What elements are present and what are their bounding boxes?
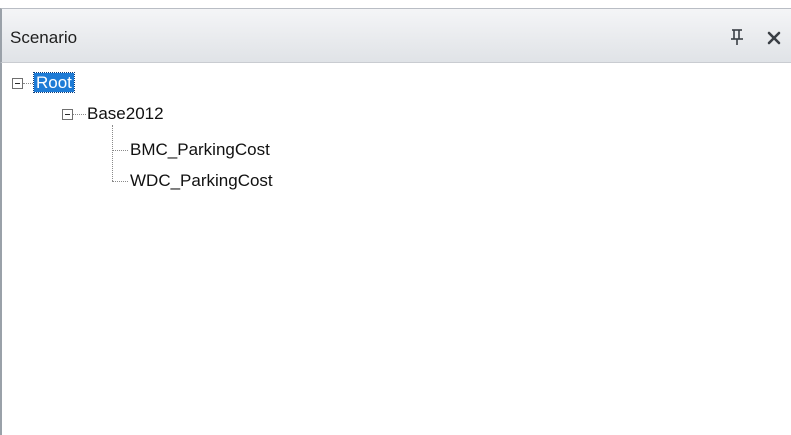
base2012-connector [73,114,86,115]
tree-node-label: WDC_ParkingCost [130,171,273,190]
root-connector [23,83,33,84]
child-connector [112,181,128,182]
close-icon-graphic [767,31,781,45]
tree-node-label: Base2012 [87,104,164,123]
tree-view[interactable]: Root Base2012 BMC_ParkingCost WDC_Parkin… [0,63,791,435]
pin-icon[interactable] [727,26,747,48]
tree-node-label: BMC_ParkingCost [130,140,270,159]
tree-node-bmc-parkingcost[interactable]: BMC_ParkingCost [130,139,270,161]
top-strip [0,0,791,8]
close-icon[interactable] [764,28,784,48]
root-collapse-toggle[interactable] [12,78,23,89]
child-connector [112,150,128,151]
tree-node-base2012[interactable]: Base2012 [87,103,164,125]
panel-title: Scenario [10,28,78,47]
tree-node-label: Root [33,72,75,93]
tree-node-wdc-parkingcost[interactable]: WDC_ParkingCost [130,170,273,192]
pin-icon-graphic [731,29,743,45]
panel-titlebar: Scenario [0,8,791,63]
tree-node-root[interactable]: Root [33,72,75,94]
base2012-collapse-toggle[interactable] [62,109,73,120]
scenario-panel: Scenario Root Base2012 BMC_ParkingCost W… [0,0,791,435]
base2012-branch-line [112,125,113,181]
